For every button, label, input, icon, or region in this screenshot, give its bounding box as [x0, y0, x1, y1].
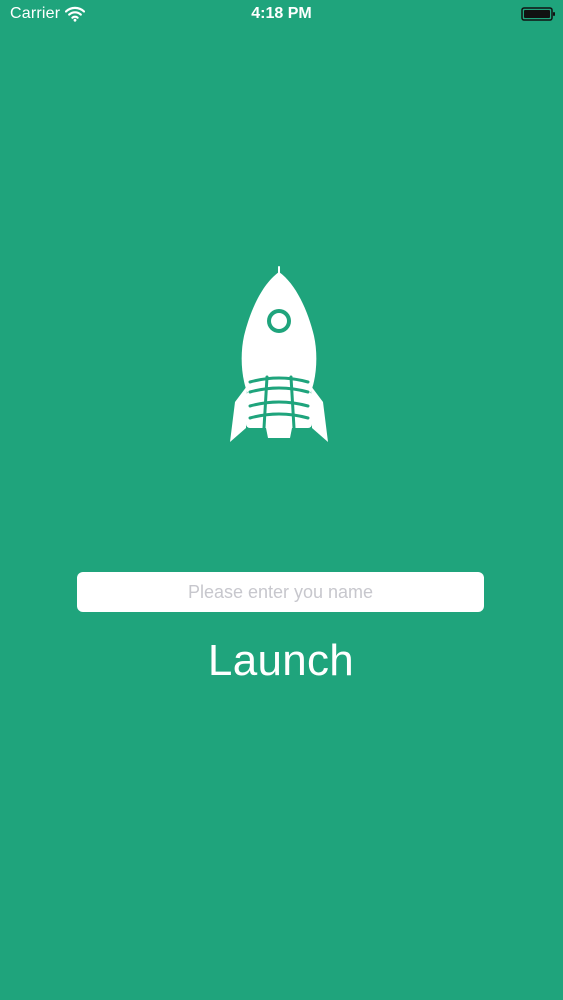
- launch-button[interactable]: Launch: [181, 630, 381, 692]
- status-time: 4:18 PM: [251, 5, 312, 22]
- battery-icon: [521, 7, 555, 21]
- status-bar: Carrier 4:18 PM: [0, 0, 563, 30]
- rocket-container: [226, 266, 332, 442]
- name-input[interactable]: [77, 572, 484, 612]
- rocket-icon: [230, 266, 328, 442]
